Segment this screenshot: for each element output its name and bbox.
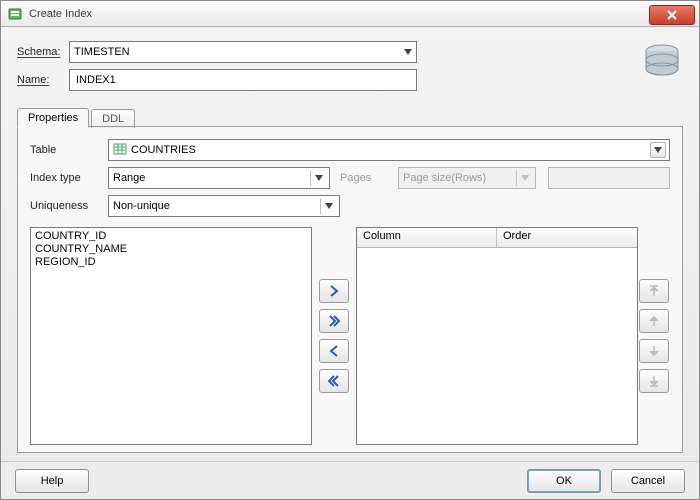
- move-right-button[interactable]: [319, 279, 349, 303]
- available-columns-list[interactable]: COUNTRY_ID COUNTRY_NAME REGION_ID: [30, 227, 312, 445]
- order-header: Order: [497, 228, 637, 248]
- table-select[interactable]: COUNTRIES: [108, 139, 670, 161]
- close-button[interactable]: [649, 5, 695, 25]
- move-left-button[interactable]: [319, 339, 349, 363]
- chevron-down-icon: [320, 198, 336, 214]
- cancel-button[interactable]: Cancel: [611, 469, 685, 493]
- chevron-down-icon: [310, 170, 326, 186]
- move-top-button[interactable]: [639, 279, 669, 303]
- double-chevron-left-icon: [328, 375, 340, 387]
- uniqueness-select[interactable]: Non-unique: [108, 195, 340, 217]
- name-input[interactable]: [74, 70, 412, 90]
- index-type-label: Index type: [30, 172, 108, 184]
- table-value: COUNTRIES: [131, 144, 196, 156]
- table-label: Table: [30, 144, 108, 156]
- chevron-left-icon: [328, 345, 340, 357]
- arrow-top-icon: [648, 285, 660, 297]
- page-size-select: Page size(Rows): [398, 167, 536, 189]
- arrow-down-icon: [648, 345, 660, 357]
- schema-label: Schema:: [17, 46, 69, 58]
- selected-columns-grid[interactable]: Column Order: [356, 227, 638, 445]
- chevron-down-icon: [650, 142, 666, 158]
- move-bottom-button[interactable]: [639, 369, 669, 393]
- tab-properties[interactable]: Properties: [17, 108, 89, 128]
- create-index-dialog: Create Index Schema: TIMESTEN Name:: [0, 0, 700, 500]
- database-icon: [641, 41, 683, 83]
- title-text: Create Index: [29, 8, 649, 20]
- name-label: Name:: [17, 74, 69, 86]
- uniqueness-label: Uniqueness: [30, 200, 108, 212]
- tab-properties-label: Properties: [28, 112, 78, 124]
- schema-select[interactable]: TIMESTEN: [69, 41, 417, 63]
- move-all-right-button[interactable]: [319, 309, 349, 333]
- tab-ddl-label: DDL: [102, 113, 124, 125]
- ok-button[interactable]: OK: [527, 469, 601, 493]
- pages-readonly-box: [548, 167, 670, 189]
- grid-body: [357, 248, 637, 444]
- app-icon: [7, 6, 23, 22]
- ok-label: OK: [556, 475, 572, 487]
- page-size-value: Page size(Rows): [403, 172, 486, 184]
- move-all-left-button[interactable]: [319, 369, 349, 393]
- uniqueness-value: Non-unique: [113, 200, 170, 212]
- index-type-value: Range: [113, 172, 145, 184]
- cancel-label: Cancel: [631, 475, 665, 487]
- titlebar: Create Index: [1, 1, 699, 27]
- list-item[interactable]: COUNTRY_ID: [33, 230, 309, 243]
- help-label: Help: [41, 475, 64, 487]
- arrow-bottom-icon: [648, 375, 660, 387]
- list-item[interactable]: COUNTRY_NAME: [33, 243, 309, 256]
- footer: Help OK Cancel: [1, 461, 699, 499]
- index-type-select[interactable]: Range: [108, 167, 330, 189]
- pages-label: Pages: [340, 172, 398, 184]
- chevron-down-icon: [516, 170, 532, 186]
- move-up-button[interactable]: [639, 309, 669, 333]
- list-item[interactable]: REGION_ID: [33, 256, 309, 269]
- name-field-wrap: [69, 69, 417, 91]
- close-icon: [667, 10, 677, 20]
- table-icon: [113, 142, 127, 159]
- properties-panel: Table COUNTRIES Index type Range: [17, 127, 683, 453]
- help-button[interactable]: Help: [15, 469, 89, 493]
- move-down-button[interactable]: [639, 339, 669, 363]
- schema-value: TIMESTEN: [74, 46, 130, 58]
- double-chevron-right-icon: [328, 315, 340, 327]
- column-header: Column: [357, 228, 497, 248]
- chevron-right-icon: [328, 285, 340, 297]
- tab-strip: Properties DDL: [17, 105, 683, 127]
- chevron-down-icon: [404, 49, 412, 55]
- arrow-up-icon: [648, 315, 660, 327]
- content-area: Schema: TIMESTEN Name: Properties DDL Ta…: [1, 27, 699, 461]
